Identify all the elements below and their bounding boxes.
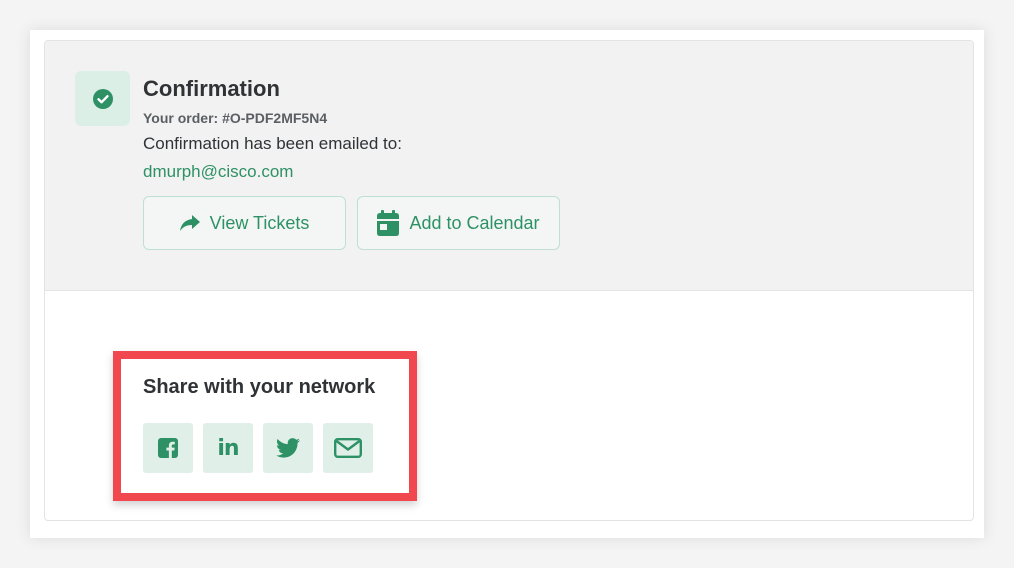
status-tile (75, 71, 130, 126)
emailed-notice: Confirmation has been emailed to: (143, 134, 402, 153)
order-number: Your order: #O-PDF2MF5N4 (143, 110, 328, 126)
confirmation-title: Confirmation (143, 76, 280, 101)
linkedin-icon: in (217, 435, 239, 461)
order-card: Confirmation Your order: #O-PDF2MF5N4 Co… (44, 40, 974, 521)
confirmation-panel: Confirmation Your order: #O-PDF2MF5N4 Co… (45, 41, 973, 291)
share-email-button[interactable] (323, 423, 373, 473)
envelope-icon (334, 438, 362, 458)
add-to-calendar-label: Add to Calendar (409, 212, 540, 233)
twitter-icon (276, 438, 300, 458)
view-tickets-label: View Tickets (209, 212, 310, 233)
share-linkedin-button[interactable]: in (203, 423, 253, 473)
facebook-icon (158, 438, 178, 458)
share-twitter-button[interactable] (263, 423, 313, 473)
page-sheet: Confirmation Your order: #O-PDF2MF5N4 Co… (30, 30, 984, 538)
confirmation-email: dmurph@cisco.com (143, 162, 294, 181)
share-facebook-button[interactable] (143, 423, 193, 473)
share-arrow-icon (179, 215, 200, 231)
check-circle-icon (92, 88, 113, 109)
view-tickets-button[interactable]: View Tickets (143, 196, 346, 250)
add-to-calendar-button[interactable]: Add to Calendar (357, 196, 560, 250)
share-title: Share with your network (143, 376, 376, 398)
calendar-icon (377, 210, 400, 236)
